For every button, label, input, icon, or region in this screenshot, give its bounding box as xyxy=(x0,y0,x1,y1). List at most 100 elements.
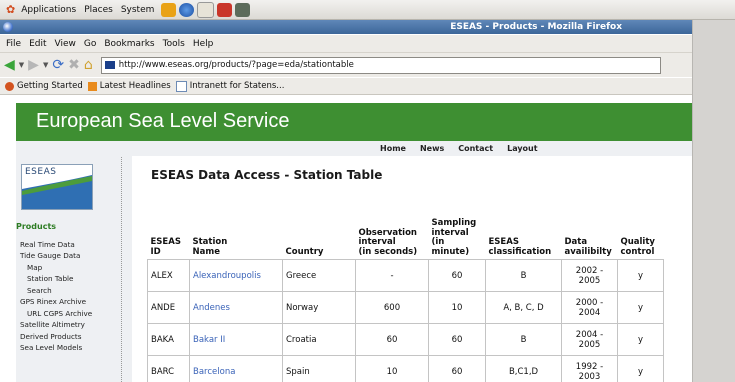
window-title-bar[interactable]: ESEAS - Products - Mozilla Firefox xyxy=(0,20,692,34)
cell-classification: B,C1,D xyxy=(485,355,562,382)
table-row: ALEX Alexandroupolis Greece - 60 B 2002 … xyxy=(147,259,664,292)
terminal-launcher-icon[interactable] xyxy=(161,2,177,17)
side-nav-item-url-cgps-archive[interactable]: URL CGPS Archive xyxy=(16,308,132,320)
help-launcher-icon[interactable] xyxy=(217,2,233,17)
forward-dropdown-icon[interactable]: ▼ xyxy=(43,61,48,69)
col-header-sampling-interval: Sampling interval (in minute) xyxy=(431,218,477,257)
cell-station-name: Bakar II xyxy=(189,323,283,356)
nav-link-home[interactable]: Home xyxy=(380,144,406,153)
page-icon xyxy=(175,80,187,92)
side-nav-item-map[interactable]: Map xyxy=(16,262,132,274)
col-header-country: Country xyxy=(285,246,324,257)
cell-quality-control: y xyxy=(617,323,664,356)
menu-go[interactable]: Go xyxy=(80,39,100,49)
url-text[interactable]: http://www.eseas.org/products/?page=eda/… xyxy=(119,60,354,70)
col-header-eseas-id: ESEAS ID xyxy=(150,237,181,257)
col-header-quality-control: Quality control xyxy=(620,237,655,257)
cell-classification: B xyxy=(485,323,562,356)
address-bar[interactable]: http://www.eseas.org/products/?page=eda/… xyxy=(100,56,661,74)
side-nav-item-sea-level-models[interactable]: Sea Level Models xyxy=(16,342,132,354)
firefox-icon xyxy=(3,22,13,32)
back-dropdown-icon[interactable]: ▼ xyxy=(19,61,24,69)
station-table: ESEAS ID Station Name Country Observation i… xyxy=(147,218,664,382)
cell-station-name: Andenes xyxy=(189,291,283,324)
panel-menu-system[interactable]: System xyxy=(117,5,159,15)
mail-launcher-icon[interactable] xyxy=(197,1,215,18)
side-nav-item-station-table[interactable]: Station Table xyxy=(16,273,132,285)
cell-country: Croatia xyxy=(282,323,356,356)
station-link[interactable]: Andenes xyxy=(193,303,230,313)
cell-eseas-id: BAKA xyxy=(147,323,190,356)
stop-icon[interactable]: ✖ xyxy=(68,57,80,73)
page-title: ESEAS Data Access - Station Table xyxy=(151,168,383,182)
nav-link-news[interactable]: News xyxy=(420,144,444,153)
cell-sampling-interval: 60 xyxy=(428,355,486,382)
bookmark-getting-started[interactable]: Getting Started xyxy=(5,81,83,91)
side-nav-item-search[interactable]: Search xyxy=(16,285,132,297)
table-header-row: ESEAS ID Station Name Country Observation i… xyxy=(148,218,664,260)
gnome-foot-icon: ✿ xyxy=(6,3,16,16)
cell-quality-control: y xyxy=(617,259,664,292)
cell-availability: 2002 -2005 xyxy=(561,259,618,292)
back-icon[interactable]: ◀ xyxy=(4,57,15,73)
cell-quality-control: y xyxy=(617,291,664,324)
web-page-content: European Sea Level Service Home News Con… xyxy=(0,95,692,382)
home-icon[interactable]: ⌂ xyxy=(84,57,93,73)
site-banner: European Sea Level Service xyxy=(16,103,692,141)
cell-availability: 2004 -2005 xyxy=(561,323,618,356)
side-nav-item-gps-rinex-archive[interactable]: GPS Rinex Archive xyxy=(16,296,132,308)
eseas-logo[interactable]: ESEAS xyxy=(21,164,93,210)
col-header-eseas-classification: ESEAS classification xyxy=(488,237,552,257)
bookmarks-toolbar: Getting Started Latest Headlines Intrane… xyxy=(0,78,692,95)
forward-icon[interactable]: ▶ xyxy=(28,57,39,73)
side-nav-item-real-time-data[interactable]: Real Time Data xyxy=(16,239,132,251)
cell-observation-interval: 60 xyxy=(355,323,429,356)
cell-country: Greece xyxy=(282,259,356,292)
menu-bookmarks[interactable]: Bookmarks xyxy=(100,39,158,49)
cell-observation-interval: 600 xyxy=(355,291,429,324)
bookmark-latest-headlines[interactable]: Latest Headlines xyxy=(87,81,171,91)
cell-country: Norway xyxy=(282,291,356,324)
station-link[interactable]: Barcelona xyxy=(193,367,235,377)
cell-station-name: Alexandroupolis xyxy=(189,259,283,292)
cell-observation-interval: - xyxy=(355,259,429,292)
notes-launcher-icon[interactable] xyxy=(235,2,251,17)
rss-icon xyxy=(87,81,97,91)
cell-classification: B xyxy=(485,259,562,292)
cell-eseas-id: ANDE xyxy=(147,291,190,324)
menu-view[interactable]: View xyxy=(51,39,80,49)
cell-availability: 1992 -2003 xyxy=(561,355,618,382)
menu-tools[interactable]: Tools xyxy=(159,39,189,49)
side-nav-header-products[interactable]: Products xyxy=(16,221,132,233)
cell-eseas-id: BARC xyxy=(147,355,190,382)
nav-link-contact[interactable]: Contact xyxy=(458,144,493,153)
col-header-station-name: Station Name xyxy=(192,237,228,257)
side-nav-item-satellite-altimetry[interactable]: Satellite Altimetry xyxy=(16,319,132,331)
reload-icon[interactable]: ⟳ xyxy=(52,57,64,73)
side-nav-item-tide-gauge-data[interactable]: Tide Gauge Data xyxy=(16,250,132,262)
bookmark-intranett[interactable]: Intranett for Statens... xyxy=(175,80,284,92)
menu-edit[interactable]: Edit xyxy=(25,39,50,49)
station-link[interactable]: Bakar II xyxy=(193,335,225,345)
nav-link-layout[interactable]: Layout xyxy=(507,144,537,153)
panel-menu-applications[interactable]: Applications xyxy=(17,5,80,15)
browser-launcher-icon[interactable] xyxy=(179,2,195,17)
gnome-top-panel: ✿ Applications Places System xyxy=(0,0,735,20)
menu-file[interactable]: File xyxy=(2,39,25,49)
site-title: European Sea Level Service xyxy=(36,110,290,132)
station-link[interactable]: Alexandroupolis xyxy=(193,271,261,281)
col-header-data-availability: Data availibilty xyxy=(564,237,612,257)
menu-bar: File Edit View Go Bookmarks Tools Help xyxy=(0,35,692,53)
site-favicon xyxy=(104,61,115,69)
cell-station-name: Barcelona xyxy=(189,355,283,382)
cell-observation-interval: 10 xyxy=(355,355,429,382)
cell-availability: 2000 -2004 xyxy=(561,291,618,324)
col-header-observation-interval: Observation interval (in seconds) xyxy=(358,227,418,257)
window-side-background xyxy=(692,20,735,382)
cell-eseas-id: ALEX xyxy=(147,259,190,292)
side-nav-item-derived-products[interactable]: Derived Products xyxy=(16,331,132,343)
cell-country: Spain xyxy=(282,355,356,382)
navigation-toolbar: ◀ ▼ ▶ ▼ ⟳ ✖ ⌂ http://www.eseas.org/produ… xyxy=(0,53,692,77)
panel-menu-places[interactable]: Places xyxy=(80,5,117,15)
menu-help[interactable]: Help xyxy=(189,39,218,49)
